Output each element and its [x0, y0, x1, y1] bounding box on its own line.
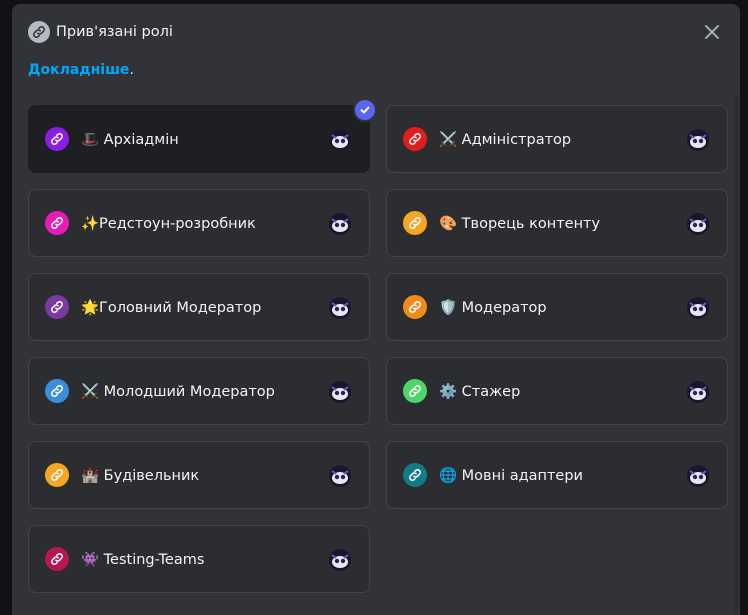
role-name: 🏰 Будівельник — [81, 467, 200, 484]
linked-roles-modal: Прив'язані ролі Докладніше. 🎩 Архіадмін — [12, 4, 740, 615]
learn-more-link[interactable]: Докладніше — [28, 62, 129, 78]
role-name: ⚔️ Молодший Модератор — [81, 383, 275, 400]
role-card-11[interactable]: 👾 Testing-Teams — [28, 525, 370, 593]
role-card-9[interactable]: 🏰 Будівельник — [28, 441, 370, 509]
modal-title: Прив'язані ролі — [56, 24, 173, 40]
link-icon — [28, 21, 50, 43]
role-card-6[interactable]: 🛡️ Модератор — [386, 273, 728, 341]
role-link-badge — [403, 211, 427, 235]
role-link-badge — [403, 463, 427, 487]
role-card-3[interactable]: ✨Редстоун-розробник — [28, 189, 370, 257]
modal-header: Прив'язані ролі — [28, 20, 724, 44]
role-card-8[interactable]: ⚙️ Стажер — [386, 357, 728, 425]
role-link-badge — [45, 547, 69, 571]
roles-grid: 🎩 Архіадмін ⚔️ Адміністратор ✨Редстоун-р… — [28, 98, 728, 593]
bot-avatar-icon — [687, 381, 709, 403]
role-card-2[interactable]: ⚔️ Адміністратор — [386, 105, 728, 173]
bot-avatar-icon — [329, 381, 351, 403]
learn-more-suffix: . — [129, 62, 134, 78]
link-icon — [409, 385, 421, 397]
selected-check-icon — [353, 98, 377, 122]
role-name: 🛡️ Модератор — [439, 299, 547, 316]
role-name: 🎩 Архіадмін — [81, 131, 179, 148]
close-button[interactable] — [700, 20, 724, 44]
role-link-badge — [45, 379, 69, 403]
link-icon — [51, 133, 63, 145]
bot-avatar-icon — [329, 213, 351, 235]
bot-avatar-icon — [329, 129, 351, 151]
role-link-badge — [403, 295, 427, 319]
link-icon — [51, 385, 63, 397]
role-name: ✨Редстоун-розробник — [81, 215, 256, 232]
link-icon — [51, 217, 63, 229]
role-card-5[interactable]: 🌟Головний Модератор — [28, 273, 370, 341]
link-icon — [409, 301, 421, 313]
link-icon — [409, 217, 421, 229]
role-name: 🌟Головний Модератор — [81, 299, 262, 316]
scrollbar[interactable] — [734, 94, 738, 615]
learn-more-line: Докладніше. — [28, 62, 134, 78]
bot-avatar-icon — [329, 465, 351, 487]
role-card-1[interactable]: 🎩 Архіадмін — [28, 98, 377, 173]
role-name: 👾 Testing-Teams — [81, 551, 205, 568]
role-name: ⚙️ Стажер — [439, 383, 521, 400]
role-link-badge — [403, 379, 427, 403]
bot-avatar-icon — [687, 297, 709, 319]
bot-avatar-icon — [687, 213, 709, 235]
link-icon — [409, 133, 421, 145]
bot-avatar-icon — [687, 465, 709, 487]
role-card-10[interactable]: 🌐 Мовні адаптери — [386, 441, 728, 509]
role-link-badge — [45, 463, 69, 487]
close-icon[interactable] — [704, 24, 720, 40]
roles-list: 🎩 Архіадмін ⚔️ Адміністратор ✨Редстоун-р… — [12, 92, 736, 615]
role-name: ⚔️ Адміністратор — [439, 131, 572, 148]
link-icon — [51, 301, 63, 313]
link-icon — [409, 469, 421, 481]
bot-avatar-icon — [687, 129, 709, 151]
role-name: 🌐 Мовні адаптери — [439, 467, 583, 484]
bot-avatar-icon — [329, 297, 351, 319]
role-link-badge — [403, 127, 427, 151]
link-icon — [51, 469, 63, 481]
link-icon — [51, 553, 63, 565]
bot-avatar-icon — [329, 549, 351, 571]
role-card-7[interactable]: ⚔️ Молодший Модератор — [28, 357, 370, 425]
role-link-badge — [45, 211, 69, 235]
role-name: 🎨 Творець контенту — [439, 215, 601, 232]
role-link-badge — [45, 127, 69, 151]
role-link-badge — [45, 295, 69, 319]
role-card-4[interactable]: 🎨 Творець контенту — [386, 189, 728, 257]
